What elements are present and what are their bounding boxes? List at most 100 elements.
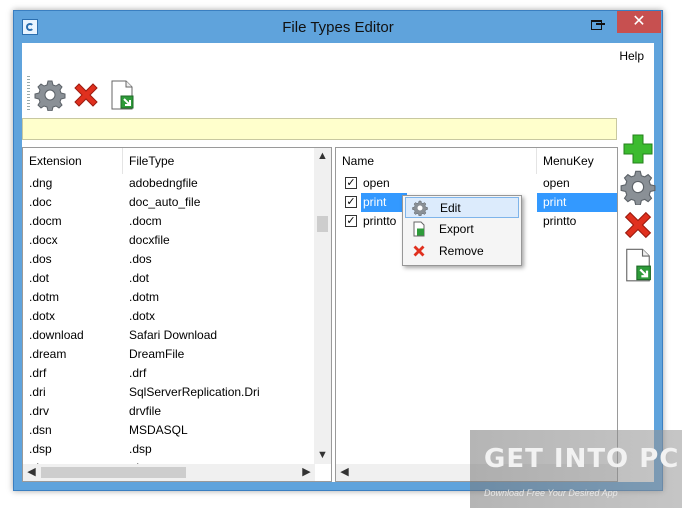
extension-cell: .drv: [29, 404, 50, 418]
client-area: Help Extension FileType .dng adobedngfil…: [22, 43, 656, 482]
table-row[interactable]: .dng adobedngfile: [23, 174, 315, 193]
extension-cell: .doc: [29, 195, 52, 209]
row-checkbox[interactable]: ✓: [345, 196, 357, 208]
export-icon: [413, 221, 425, 237]
table-row[interactable]: .dotm .dotm: [23, 288, 315, 307]
table-row[interactable]: .drf .drf: [23, 364, 315, 383]
menu-help[interactable]: Help: [619, 49, 644, 63]
extension-cell: .dri: [29, 385, 46, 399]
menukey-cell: printto: [543, 214, 577, 228]
row-checkbox[interactable]: ✓: [345, 215, 357, 227]
context-menu-label: Export: [439, 222, 474, 236]
filetype-cell: Safari Download: [129, 328, 218, 342]
watermark-title: GET INTO PC: [484, 444, 680, 474]
main-toolbar: [22, 71, 622, 115]
context-menu: Edit Export Remove: [402, 195, 522, 266]
table-row[interactable]: .dotx .dotx: [23, 307, 315, 326]
export-icon[interactable]: [106, 79, 138, 111]
scroll-thumb[interactable]: [317, 216, 328, 232]
extension-cell: .dsp: [29, 442, 52, 456]
extension-cell: .docx: [29, 233, 58, 247]
menu-bar: Help: [22, 43, 654, 67]
context-menu-label: Remove: [439, 244, 484, 258]
delete-icon: [413, 245, 425, 257]
delete-icon[interactable]: [70, 79, 102, 111]
app-window: File Types Editor ✕ Help Extension FileT…: [13, 10, 663, 491]
column-header-filetype[interactable]: FileType: [123, 148, 315, 174]
filetype-cell: doc_auto_file: [129, 195, 201, 209]
filetype-cell: .dotx: [129, 309, 156, 323]
add-icon[interactable]: [620, 131, 656, 167]
extension-cell: .dot: [29, 271, 50, 285]
context-menu-edit[interactable]: Edit: [405, 197, 519, 218]
menukey-cell: print: [537, 193, 617, 212]
extension-cell: .drf: [29, 366, 47, 380]
filetype-cell: docxfile: [129, 233, 170, 247]
scroll-thumb[interactable]: [41, 467, 186, 478]
filetype-cell: .dotm: [129, 290, 160, 304]
title-bar[interactable]: File Types Editor ✕: [14, 11, 662, 43]
watermark: GET INTO PC Download Free Your Desired A…: [470, 430, 682, 508]
extensions-list[interactable]: Extension FileType .dng adobedngfile .do…: [22, 147, 332, 482]
extension-cell: .dng: [29, 176, 53, 190]
context-menu-label: Edit: [440, 201, 461, 215]
verb-name-cell: print: [361, 193, 407, 212]
close-button[interactable]: ✕: [617, 11, 661, 33]
scroll-up-icon[interactable]: ▲: [314, 148, 331, 165]
gear-icon[interactable]: [34, 79, 66, 111]
horizontal-scrollbar[interactable]: ◀ ▶: [23, 464, 315, 481]
table-row[interactable]: .dri SqlServerReplication.Dri: [23, 383, 315, 402]
extension-cell: .dos: [29, 252, 52, 266]
export-icon[interactable]: [620, 247, 656, 283]
table-row[interactable]: .dos .dos: [23, 250, 315, 269]
table-row[interactable]: .drv drvfile: [23, 402, 315, 421]
verb-name-cell: printto: [363, 214, 397, 228]
window-title: File Types Editor: [282, 19, 394, 36]
filetype-cell: MSDASQL: [129, 423, 188, 437]
table-row[interactable]: .docm .docm: [23, 212, 315, 231]
extension-cell: .dsn: [29, 423, 52, 437]
table-row[interactable]: .doc doc_auto_file: [23, 193, 315, 212]
filetype-cell: .drf: [129, 366, 147, 380]
scroll-down-icon[interactable]: ▼: [314, 447, 331, 464]
extension-cell: .dotx: [29, 309, 56, 323]
extension-cell: .download: [29, 328, 84, 342]
table-row[interactable]: .dsn MSDASQL: [23, 421, 315, 440]
filetype-cell: .dos: [129, 252, 152, 266]
filetype-cell: SqlServerReplication.Dri: [129, 385, 260, 399]
gear-icon: [412, 200, 428, 216]
watermark-subtitle: Download Free Your Desired App: [484, 488, 618, 498]
table-row[interactable]: .docx docxfile: [23, 231, 315, 250]
extension-cell: .docm: [29, 214, 62, 228]
extension-cell: .dotm: [29, 290, 60, 304]
context-menu-export[interactable]: Export: [405, 219, 519, 240]
table-row[interactable]: .dot .dot: [23, 269, 315, 288]
filetype-cell: drvfile: [129, 404, 162, 418]
menukey-cell: open: [543, 176, 570, 190]
gear-icon[interactable]: [620, 169, 656, 205]
delete-icon[interactable]: [620, 207, 656, 243]
toolbar-grip[interactable]: [27, 76, 30, 110]
table-row[interactable]: .dsp .dsp: [23, 440, 315, 459]
table-row[interactable]: ✓ open open: [336, 174, 617, 193]
filetype-cell: DreamFile: [129, 347, 185, 361]
row-checkbox[interactable]: ✓: [345, 177, 357, 189]
column-header-name[interactable]: Name: [336, 148, 537, 174]
context-menu-remove[interactable]: Remove: [405, 241, 519, 262]
vertical-scrollbar[interactable]: ▲ ▼: [314, 148, 331, 464]
extension-cell: .dream: [29, 347, 67, 361]
table-row[interactable]: .dream DreamFile: [23, 345, 315, 364]
path-input[interactable]: [22, 118, 617, 140]
maximize-button[interactable]: [591, 20, 602, 30]
verb-name-cell: open: [363, 176, 390, 190]
column-header-extension[interactable]: Extension: [23, 148, 123, 174]
filetype-cell: adobedngfile: [129, 176, 198, 190]
column-header-menukey[interactable]: MenuKey: [537, 148, 617, 174]
scroll-left-icon[interactable]: ◀: [336, 464, 353, 481]
scroll-left-icon[interactable]: ◀: [23, 464, 40, 481]
filetype-cell: .dot: [129, 271, 150, 285]
scroll-right-icon[interactable]: ▶: [298, 464, 315, 481]
filetype-cell: .dsp: [129, 442, 152, 456]
filetype-cell: .docm: [129, 214, 162, 228]
table-row[interactable]: .download Safari Download: [23, 326, 315, 345]
